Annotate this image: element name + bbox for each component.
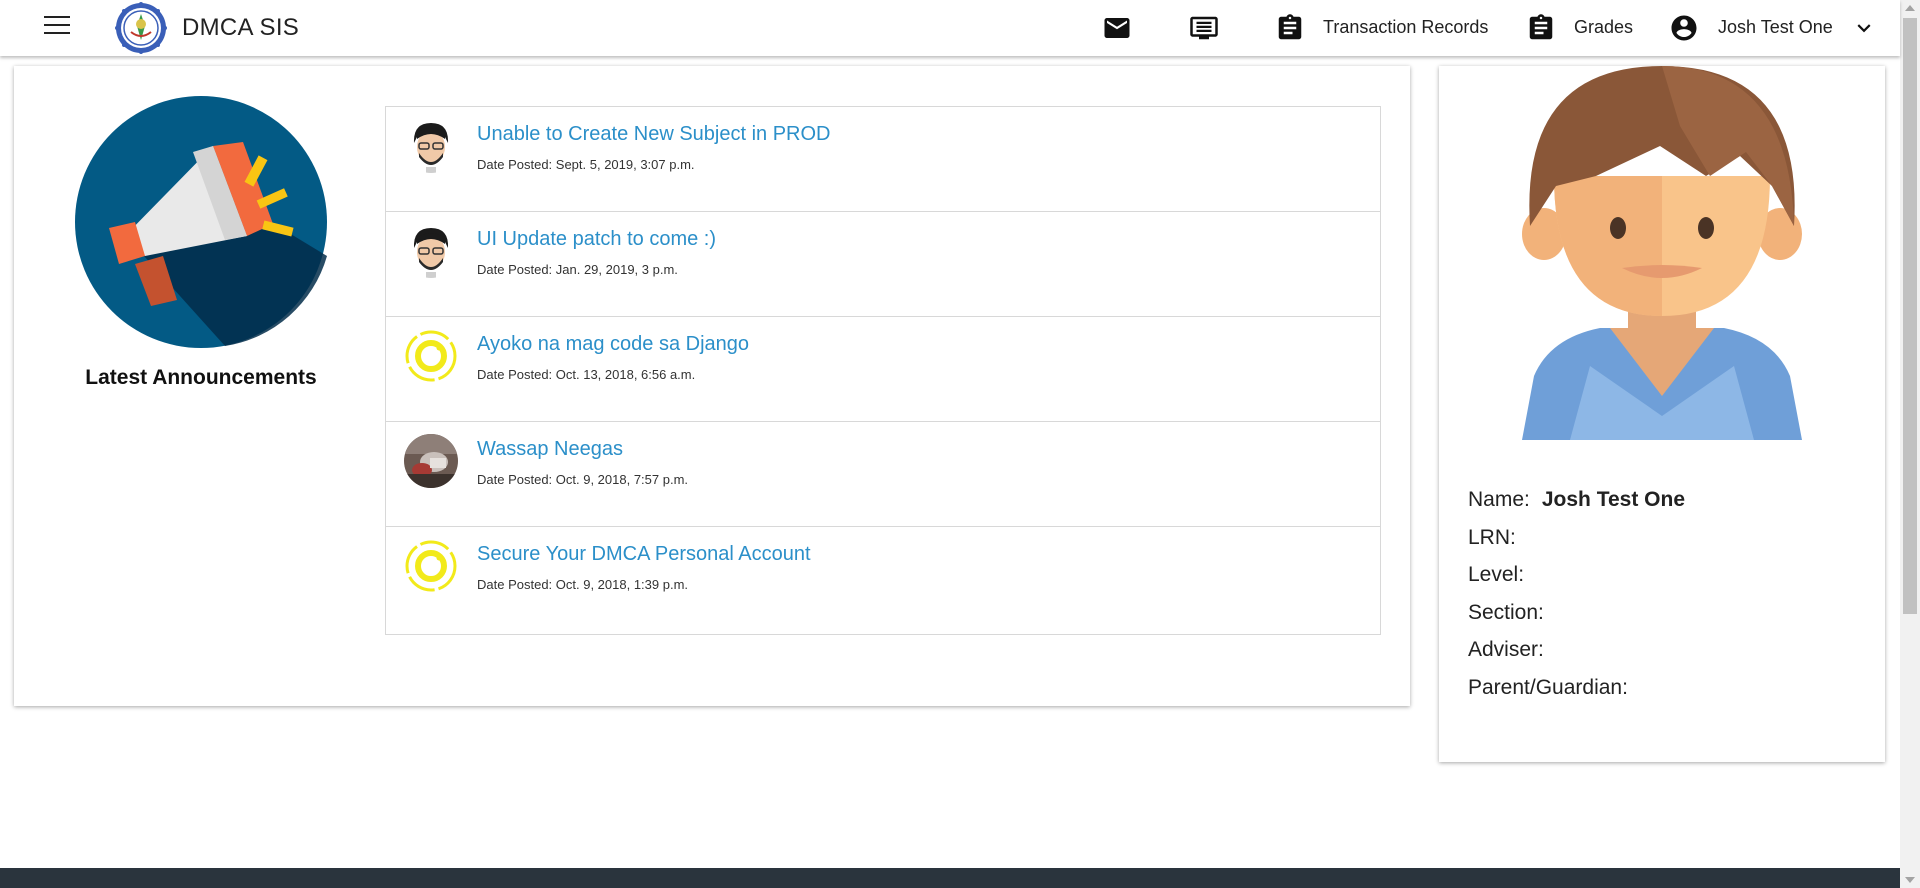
info-row-name: Name: Josh Test One	[1468, 481, 1685, 519]
announcement-title-link[interactable]: UI Update patch to come :)	[477, 228, 716, 251]
announcement-title-link[interactable]: Wassap Neegas	[477, 438, 623, 461]
student-avatar-illustration	[1522, 66, 1802, 440]
announcement-title-link[interactable]: Unable to Create New Subject in PROD	[477, 123, 831, 146]
student-info: Name: Josh Test One LRN: Level: Section: …	[1468, 481, 1685, 706]
announcement-date: Date Posted: Jan. 29, 2019, 3 p.m.	[477, 262, 678, 277]
announcement-date: Date Posted: Oct. 13, 2018, 6:56 a.m.	[477, 367, 696, 382]
field-label: Adviser:	[1468, 638, 1544, 661]
account-circle-icon[interactable]	[1669, 13, 1699, 43]
field-label: Parent/Guardian:	[1468, 675, 1628, 699]
info-row-level: Level:	[1468, 556, 1685, 594]
footer-bar	[0, 868, 1900, 888]
announcement-date: Date Posted: Oct. 9, 2018, 7:57 p.m.	[477, 472, 689, 487]
mail-icon[interactable]	[1102, 13, 1132, 43]
cartoon-man-avatar	[404, 119, 458, 173]
chevron-down-icon[interactable]	[1851, 13, 1877, 43]
yellow-ring-avatar	[404, 329, 458, 383]
info-row-parent-guardian: Parent/Guardian:	[1468, 669, 1685, 707]
field-label: Section:	[1468, 600, 1544, 624]
message-icon[interactable]	[1189, 13, 1219, 43]
photo-avatar	[404, 434, 458, 488]
field-label: LRN:	[1468, 525, 1516, 549]
field-label: Level:	[1468, 563, 1525, 586]
announcement-title-link[interactable]: Secure Your DMCA Personal Account	[477, 543, 811, 566]
announcement-title-link[interactable]: Ayoko na mag code sa Django	[477, 333, 749, 356]
top-app-bar: DMCA SIS Transaction Records Grades Josh…	[0, 0, 1900, 56]
user-menu-name[interactable]: Josh Test One	[1718, 17, 1833, 38]
info-row-adviser: Adviser:	[1468, 631, 1685, 669]
profile-card: Name: Josh Test One LRN: Level: Section: …	[1439, 66, 1885, 762]
info-row-section: Section:	[1468, 594, 1685, 632]
brand-title[interactable]: DMCA SIS	[182, 14, 299, 42]
scrollbar-thumb[interactable]	[1903, 18, 1917, 614]
field-label: Name:	[1468, 488, 1530, 511]
transaction-records-link[interactable]: Transaction Records	[1323, 17, 1488, 38]
school-logo[interactable]	[114, 2, 168, 54]
announcement-date: Date Posted: Oct. 9, 2018, 1:39 p.m.	[477, 577, 689, 592]
list-item: Unable to Create New Subject in PROD Dat…	[386, 107, 1380, 212]
list-item: UI Update patch to come :) Date Posted: …	[386, 212, 1380, 317]
list-item: Wassap Neegas Date Posted: Oct. 9, 2018,…	[386, 422, 1380, 527]
student-name: Josh Test One	[1541, 488, 1686, 511]
list-item: Secure Your DMCA Personal Account Date P…	[386, 527, 1380, 634]
grades-clipboard-icon[interactable]	[1526, 13, 1556, 43]
vertical-scrollbar[interactable]	[1900, 0, 1920, 888]
scroll-up-arrow-icon[interactable]	[1905, 5, 1915, 11]
clipboard-icon[interactable]	[1275, 13, 1305, 43]
scroll-down-arrow-icon[interactable]	[1905, 877, 1915, 883]
info-row-lrn: LRN:	[1468, 519, 1685, 557]
announcement-date: Date Posted: Sept. 5, 2019, 3:07 p.m.	[477, 157, 695, 172]
announcements-list: Unable to Create New Subject in PROD Dat…	[385, 106, 1381, 635]
announcements-card: Latest Announcements Unable to Create Ne…	[14, 66, 1410, 706]
megaphone-icon	[75, 96, 327, 348]
announcements-heading: Latest Announcements	[85, 366, 317, 389]
list-item: Ayoko na mag code sa Django Date Posted:…	[386, 317, 1380, 422]
grades-link[interactable]: Grades	[1574, 17, 1633, 38]
menu-icon[interactable]	[44, 16, 70, 36]
yellow-ring-avatar	[404, 539, 458, 593]
cartoon-man-avatar	[404, 224, 458, 278]
